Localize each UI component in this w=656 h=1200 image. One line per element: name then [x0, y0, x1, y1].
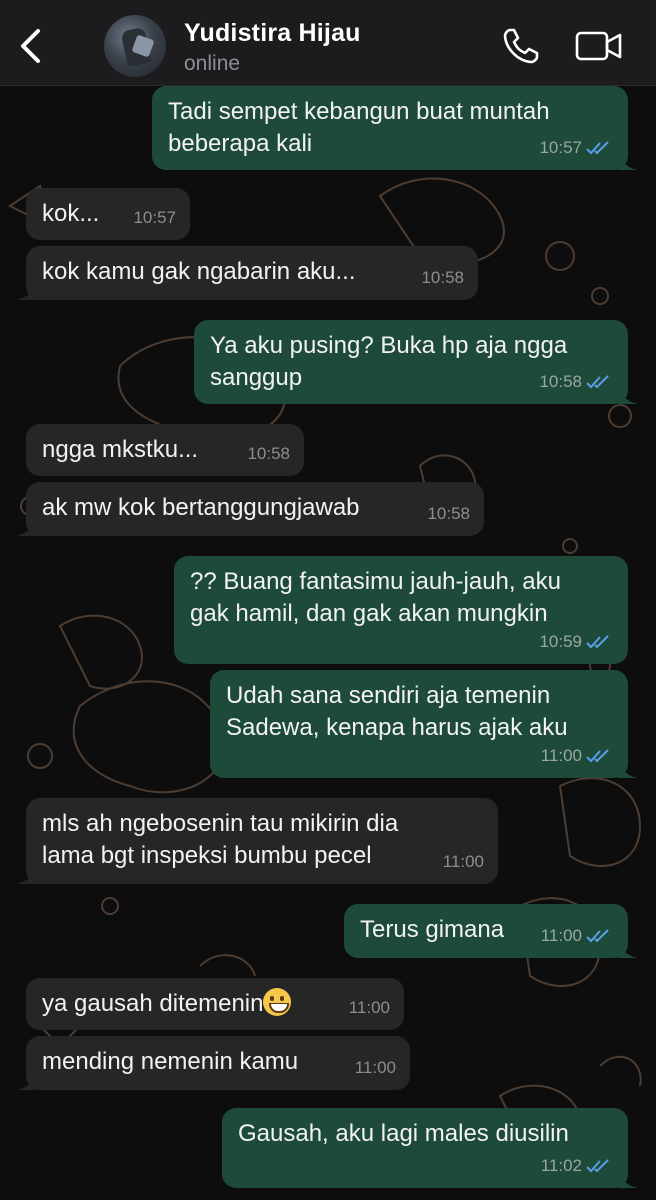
- bubble-tail: [16, 1072, 36, 1090]
- message-time: 10:57: [133, 208, 176, 227]
- bubble-tail: [16, 518, 36, 536]
- message-meta: 10:59: [539, 626, 614, 658]
- message-time: 10:59: [539, 632, 582, 651]
- bubble-tail: [618, 940, 638, 958]
- contact-name[interactable]: Yudistira Hijau: [184, 19, 361, 48]
- message-text: ya gausah ditemenin: [42, 988, 388, 1020]
- message-text-content: ya gausah ditemenin: [42, 990, 264, 1017]
- video-camera-icon: [575, 31, 622, 61]
- video-call-button[interactable]: [574, 28, 624, 64]
- phone-icon: [503, 28, 539, 64]
- message-time: 10:58: [247, 444, 290, 463]
- bubble-tail: [618, 152, 638, 170]
- message-text: mending nemenin kamu: [42, 1048, 299, 1075]
- message-time: 11:00: [348, 998, 390, 1017]
- message-bubble-incoming[interactable]: mending nemenin kamu 11:00: [16, 1036, 410, 1090]
- message-bubble-outgoing[interactable]: Tadi sempet kebangun buat muntah beberap…: [152, 86, 638, 170]
- message-time: 10:58: [539, 372, 582, 391]
- message-bubble-incoming[interactable]: kok... 10:57: [26, 188, 190, 240]
- chevron-left-icon: [21, 29, 40, 63]
- chat-area[interactable]: Tadi sempet kebangun buat muntah beberap…: [0, 86, 656, 1200]
- message-text: ?? Buang fantasimu jauh-jauh, aku gak ha…: [190, 568, 561, 627]
- message-bubble-outgoing[interactable]: ?? Buang fantasimu jauh-jauh, aku gak ha…: [174, 556, 628, 664]
- message-text: kok kamu gak ngabarin aku...: [42, 258, 356, 285]
- message-text: mls ah ngebosenin tau mikirin dia lama b…: [42, 810, 399, 869]
- double-check-read-icon: [586, 375, 609, 389]
- message-time: 11:00: [354, 1058, 396, 1077]
- message-meta: 11:00: [443, 846, 484, 878]
- chat-header: Yudistira Hijau online: [0, 0, 656, 86]
- message-meta: 11:00: [541, 740, 614, 772]
- message-meta: 11:00: [355, 1052, 396, 1084]
- contact-status: online: [184, 52, 241, 75]
- double-check-read-icon: [586, 635, 609, 649]
- bubble-tail: [618, 386, 638, 404]
- message-time: 11:00: [442, 852, 484, 871]
- message-bubble-outgoing[interactable]: Ya aku pusing? Buka hp aja ngga sanggup …: [194, 320, 638, 404]
- message-bubble-incoming[interactable]: mls ah ngebosenin tau mikirin dia lama b…: [16, 798, 498, 884]
- double-check-read-icon: [586, 929, 609, 943]
- message-text: ak mw kok bertanggungjawab: [42, 494, 360, 521]
- message-bubble-outgoing[interactable]: Udah sana sendiri aja temenin Sadewa, ke…: [210, 670, 638, 778]
- bubble-tail: [16, 866, 36, 884]
- message-bubble-outgoing[interactable]: Gausah, aku lagi males diusilin 11:02: [222, 1108, 638, 1188]
- message-text: Udah sana sendiri aja temenin Sadewa, ke…: [226, 682, 568, 741]
- double-check-read-icon: [586, 1159, 609, 1173]
- message-meta: 10:57: [133, 202, 176, 234]
- bubble-tail: [16, 282, 36, 300]
- message-time: 11:00: [540, 746, 582, 765]
- message-time: 11:00: [540, 926, 582, 945]
- message-time: 11:02: [540, 1156, 582, 1175]
- double-check-read-icon: [586, 749, 609, 763]
- message-meta: 11:02: [541, 1150, 614, 1182]
- message-meta: 10:58: [421, 262, 464, 294]
- message-meta: 10:57: [539, 132, 614, 164]
- message-bubble-outgoing[interactable]: Terus gimana 11:00: [344, 904, 638, 958]
- message-meta: 10:58: [247, 438, 290, 470]
- message-meta: 11:00: [541, 920, 614, 952]
- message-bubble-incoming[interactable]: ak mw kok bertanggungjawab 10:58: [16, 482, 484, 536]
- message-time: 10:57: [539, 138, 582, 157]
- back-button[interactable]: [12, 26, 48, 66]
- bubble-tail: [618, 1170, 638, 1188]
- message-time: 10:58: [427, 504, 470, 523]
- message-meta: 10:58: [427, 498, 470, 530]
- grinning-face-icon: [263, 988, 292, 1016]
- double-check-read-icon: [586, 141, 609, 155]
- message-text: Gausah, aku lagi males diusilin: [238, 1120, 569, 1147]
- bubble-tail: [618, 760, 638, 778]
- message-bubble-incoming[interactable]: ngga mkstku... 10:58: [26, 424, 304, 476]
- message-meta: 11:00: [349, 992, 390, 1024]
- message-time: 10:58: [421, 268, 464, 287]
- contact-avatar[interactable]: [104, 15, 166, 77]
- message-bubble-incoming[interactable]: ya gausah ditemenin 11:00: [26, 978, 404, 1030]
- message-bubble-incoming[interactable]: kok kamu gak ngabarin aku... 10:58: [16, 246, 478, 300]
- voice-call-button[interactable]: [500, 25, 542, 67]
- message-meta: 10:58: [539, 366, 614, 398]
